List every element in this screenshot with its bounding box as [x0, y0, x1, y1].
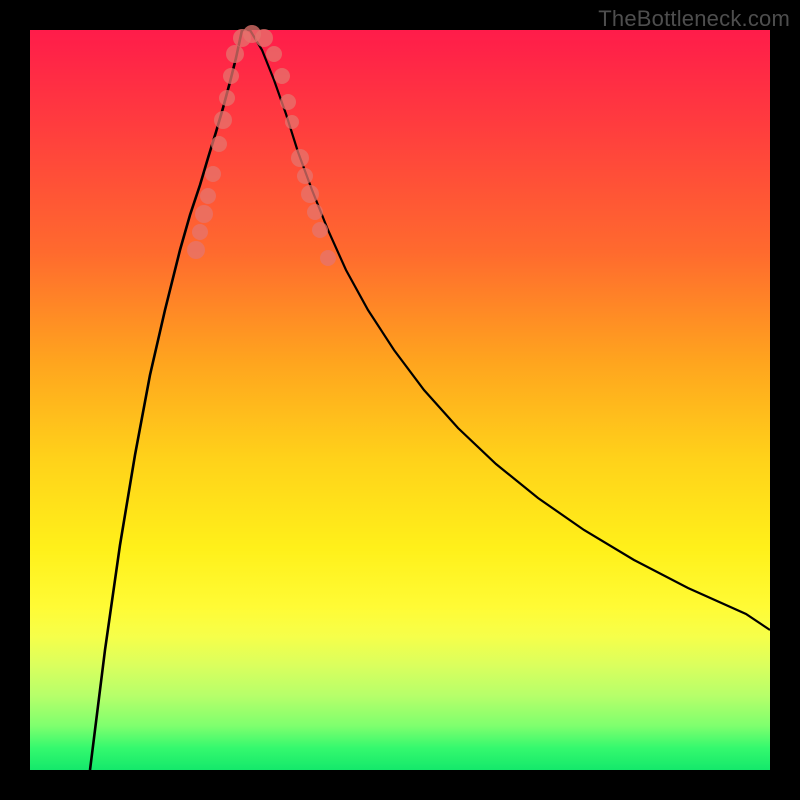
- curve-layer: [30, 30, 770, 770]
- data-point: [291, 149, 309, 167]
- data-point: [297, 168, 313, 184]
- data-point: [285, 115, 299, 129]
- data-point: [205, 166, 221, 182]
- data-point: [280, 94, 296, 110]
- data-markers: [187, 25, 336, 266]
- data-point: [192, 224, 208, 240]
- curve-right-branch: [250, 30, 770, 630]
- data-point: [200, 188, 216, 204]
- data-point: [255, 29, 273, 47]
- data-point: [226, 45, 244, 63]
- data-point: [223, 68, 239, 84]
- data-point: [211, 136, 227, 152]
- data-point: [274, 68, 290, 84]
- data-point: [312, 222, 328, 238]
- data-point: [307, 204, 323, 220]
- data-point: [219, 90, 235, 106]
- data-point: [301, 185, 319, 203]
- data-point: [266, 46, 282, 62]
- plot-area: [30, 30, 770, 770]
- data-point: [187, 241, 205, 259]
- watermark-text: TheBottleneck.com: [598, 6, 790, 32]
- data-point: [195, 205, 213, 223]
- data-point: [214, 111, 232, 129]
- chart-frame: TheBottleneck.com: [0, 0, 800, 800]
- data-point: [320, 250, 336, 266]
